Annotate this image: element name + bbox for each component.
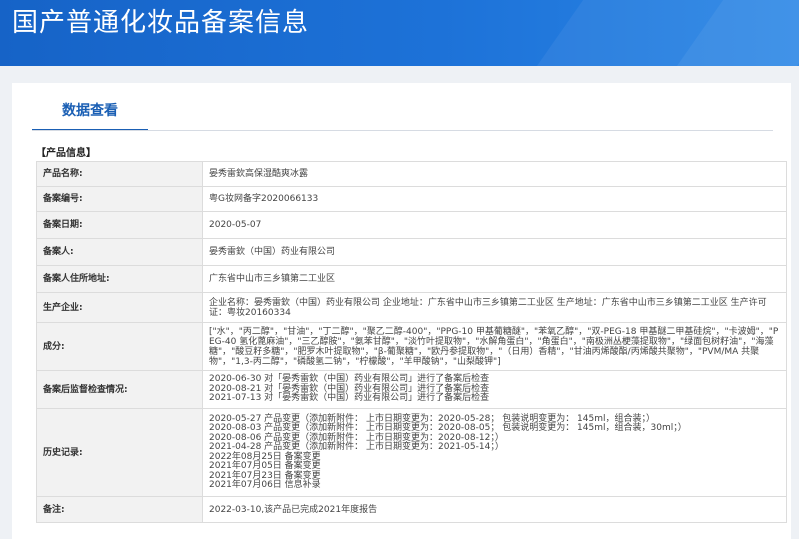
section-title: 【产品信息】 bbox=[36, 148, 96, 159]
table-row: 备案编号: 粤G妆网备字2020066133 bbox=[36, 186, 787, 212]
row-value: 广东省中山市三乡镇第二工业区 bbox=[202, 265, 787, 293]
tab-data-view[interactable]: 数据查看 bbox=[32, 93, 148, 131]
row-value: 2020-05-27 产品变更（添加新附件： 上市日期变更为：2020-05-2… bbox=[202, 408, 787, 497]
row-label: 成分: bbox=[36, 322, 203, 371]
history-entry: 2021年07月06日 信息补录 bbox=[209, 480, 321, 490]
row-value: 企业名称：晏秀雷欽（中国）药业有限公司 企业地址：广东省中山市三乡镇第二工业区 … bbox=[202, 292, 787, 323]
row-label: 备案人: bbox=[36, 238, 203, 266]
tab-divider bbox=[32, 130, 773, 131]
table-row: 产品名称: 晏秀雷欽高保湿酷爽冰露 bbox=[36, 161, 787, 187]
page-title: 国产普通化妆品备案信息 bbox=[12, 8, 310, 38]
page-header: 国产普通化妆品备案信息 bbox=[0, 0, 799, 66]
row-label: 备注: bbox=[36, 496, 203, 523]
row-value: 晏秀雷欽（中国）药业有限公司 bbox=[202, 238, 787, 266]
table-row: 备案日期: 2020-05-07 bbox=[36, 211, 787, 239]
row-label: 生产企业: bbox=[36, 292, 203, 323]
row-value: 晏秀雷欽高保湿酷爽冰露 bbox=[202, 161, 787, 187]
table-row: 备注: 2022-03-10,该产品已完成2021年度报告 bbox=[36, 496, 787, 523]
inspection-entry: 2021-07-13 对「晏秀雷欽（中国）药业有限公司」进行了备案后检查 bbox=[209, 393, 490, 404]
row-value: ["水"，"丙二醇"，"甘油"，"丁二醇"，"聚乙二醇-400"，"PPG-10… bbox=[202, 322, 787, 371]
table-row: 历史记录: 2020-05-27 产品变更（添加新附件： 上市日期变更为：202… bbox=[36, 408, 787, 497]
table-row: 生产企业: 企业名称：晏秀雷欽（中国）药业有限公司 企业地址：广东省中山市三乡镇… bbox=[36, 292, 787, 323]
row-label: 备案编号: bbox=[36, 186, 203, 212]
row-value: 2022-03-10,该产品已完成2021年度报告 bbox=[202, 496, 787, 523]
product-info-table: 产品名称: 晏秀雷欽高保湿酷爽冰露 备案编号: 粤G妆网备字2020066133… bbox=[36, 161, 787, 523]
table-row: 备案后监督检查情况: 2020-06-30 对「晏秀雷欽（中国）药业有限公司」进… bbox=[36, 370, 787, 409]
content-panel: 数据查看 【产品信息】 产品名称: 晏秀雷欽高保湿酷爽冰露 备案编号: 粤G妆网… bbox=[12, 83, 791, 539]
row-value: 2020-06-30 对「晏秀雷欽（中国）药业有限公司」进行了备案后检查 202… bbox=[202, 370, 787, 409]
table-row: 成分: ["水"，"丙二醇"，"甘油"，"丁二醇"，"聚乙二醇-400"，"PP… bbox=[36, 322, 787, 371]
row-label: 产品名称: bbox=[36, 161, 203, 187]
row-label: 历史记录: bbox=[36, 408, 203, 497]
row-label: 备案人住所地址: bbox=[36, 265, 203, 293]
row-label: 备案后监督检查情况: bbox=[36, 370, 203, 409]
table-row: 备案人住所地址: 广东省中山市三乡镇第二工业区 bbox=[36, 265, 787, 293]
table-row: 备案人: 晏秀雷欽（中国）药业有限公司 bbox=[36, 238, 787, 266]
row-label: 备案日期: bbox=[36, 211, 203, 239]
row-value: 2020-05-07 bbox=[202, 211, 787, 239]
row-value: 粤G妆网备字2020066133 bbox=[202, 186, 787, 212]
